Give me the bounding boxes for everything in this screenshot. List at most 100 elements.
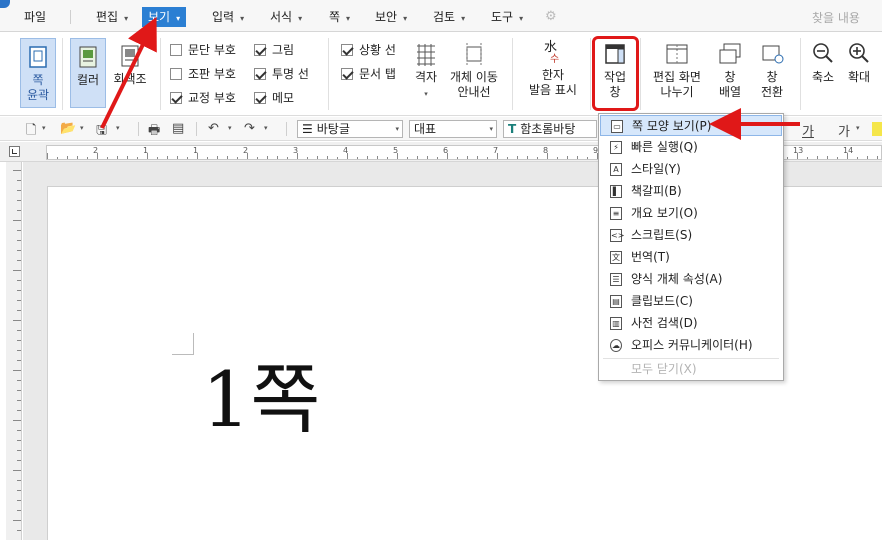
menu-edit[interactable]: 편집 ▾: [92, 8, 132, 26]
find-input[interactable]: 찾을 내용: [812, 9, 860, 26]
menu-page[interactable]: 쪽 ▾: [325, 8, 354, 26]
menu-file[interactable]: 파일: [20, 8, 50, 26]
ruler-number: 14: [843, 146, 854, 155]
ruler-tick: [417, 156, 418, 159]
paragraph-mark-checkbox[interactable]: 문단 부호: [170, 41, 236, 59]
picture-checkbox[interactable]: 그림: [254, 41, 294, 59]
color-view-button[interactable]: 컬러: [70, 38, 106, 108]
document-text[interactable]: 1쪽: [202, 355, 320, 445]
proof-mark-checkbox[interactable]: 교정 부호: [170, 89, 236, 107]
ruler-tick: [17, 400, 21, 401]
menu-tools[interactable]: 도구 ▾: [487, 8, 527, 26]
layout-mark-checkbox[interactable]: 조판 부호: [170, 65, 236, 83]
window-switch-button[interactable]: 창 전환: [752, 42, 792, 108]
ruler-tick: [477, 156, 478, 159]
open-folder-icon[interactable]: 📂: [60, 121, 76, 136]
style-select[interactable]: ☰ 바탕글 ▾: [297, 120, 403, 138]
zoom-in-button[interactable]: 확대: [842, 42, 876, 92]
undo-icon[interactable]: ↶: [208, 121, 219, 136]
new-document-icon[interactable]: 🗋: [26, 121, 36, 143]
menu-item-style[interactable]: A 스타일(Y): [600, 159, 782, 180]
menu-separator: [70, 10, 71, 24]
tab-type-icon[interactable]: [9, 146, 20, 157]
toolbar-separator: [286, 122, 287, 136]
ruler-tick: [17, 340, 21, 341]
zoom-out-button[interactable]: 축소: [806, 42, 840, 92]
menu-item-page-view[interactable]: ▭ 쪽 모양 보기(P): [600, 115, 782, 136]
hanja-pronunciation-button[interactable]: 水 수 한자 발음 표시: [522, 40, 584, 108]
grayscale-icon: [121, 45, 139, 67]
ribbon-separator: [590, 38, 591, 110]
ruler-tick: [857, 157, 858, 159]
menu-item-quick-run[interactable]: ⚡ 빠른 실행(Q): [600, 137, 782, 158]
menu-item-clipboard[interactable]: ▤ 클립보드(C): [600, 291, 782, 312]
ruler-tick: [13, 220, 21, 221]
checkbox-box: [170, 44, 182, 56]
ribbon-separator: [328, 38, 329, 110]
app-corner-logo: [0, 0, 10, 8]
menu-item-office-communicator[interactable]: ☁ 오피스 커뮤니케이터(H): [600, 335, 782, 356]
lightning-icon: ⚡: [610, 141, 622, 154]
menu-item-script[interactable]: <> 스크립트(S): [600, 225, 782, 246]
ruler-number: 1: [193, 146, 199, 155]
ruler-number: 13: [793, 146, 804, 155]
redo-icon[interactable]: ↷: [244, 121, 255, 136]
ruler-tick: [17, 280, 21, 281]
ruler-tick: [317, 156, 318, 159]
ruler-tick: [827, 156, 828, 159]
dropdown-arrow-icon[interactable]: ▾: [856, 124, 860, 132]
menu-security[interactable]: 보안 ▾: [371, 8, 411, 26]
menu-item-outline[interactable]: ≡ 개요 보기(O): [600, 203, 782, 224]
grayscale-button[interactable]: 회색조: [110, 38, 150, 108]
quick-settings-icon[interactable]: ⚙: [545, 9, 557, 24]
menu-item-bookmark[interactable]: ▌ 책갈피(B): [600, 181, 782, 202]
ruler-tick: [817, 156, 818, 159]
language-select[interactable]: 대표 ▾: [409, 120, 497, 138]
ruler-tick: [487, 157, 488, 159]
menu-item-dictionary-search[interactable]: ▥ 사전 검색(D): [600, 313, 782, 334]
menu-format[interactable]: 서식 ▾: [266, 8, 306, 26]
ruler-tick: [107, 157, 108, 159]
window-arrange-button[interactable]: 창 배열: [710, 42, 750, 108]
form-object-icon: ☰: [610, 273, 622, 286]
grid-button[interactable]: 격자 ▾: [408, 42, 444, 108]
dropdown-arrow-icon[interactable]: ▾: [264, 124, 268, 132]
print-icon[interactable]: 🖶: [148, 121, 160, 143]
ruler-tick: [17, 450, 21, 451]
dropdown-arrow-icon[interactable]: ▾: [42, 124, 46, 132]
font-select[interactable]: T 함초롬바탕: [503, 120, 597, 138]
highlight-color-icon[interactable]: [872, 122, 882, 136]
split-view-button[interactable]: 편집 화면 나누기: [648, 42, 706, 108]
document-tab-checkbox[interactable]: 문서 탭: [341, 65, 396, 83]
ruler-tick: [13, 470, 21, 471]
page-outline-button[interactable]: 쪽 윤곽: [20, 38, 56, 108]
menu-item-form-object-properties[interactable]: ☰ 양식 개체 속성(A): [600, 269, 782, 290]
save-icon[interactable]: 🖫: [96, 121, 107, 143]
ruler-tick: [77, 156, 78, 159]
object-move-guide-button[interactable]: 개체 이동 안내선: [446, 42, 502, 108]
ruler-tick: [217, 156, 218, 159]
menu-view[interactable]: 보기 ▾: [142, 7, 187, 27]
split-view-icon: [666, 44, 688, 64]
menu-item-close-all[interactable]: 모두 닫기(X): [600, 359, 782, 380]
ruler-tick: [17, 390, 21, 391]
menu-review[interactable]: 검토 ▾: [429, 8, 469, 26]
vertical-ruler[interactable]: [6, 162, 22, 540]
dropdown-arrow-icon[interactable]: ▾: [228, 124, 232, 132]
menu-insert[interactable]: 입력 ▾: [208, 8, 248, 26]
ruler-tick: [117, 156, 118, 159]
menu-item-translate[interactable]: 文 번역(T): [600, 247, 782, 268]
ruler-tick: [867, 156, 868, 159]
font-color-button[interactable]: 가: [802, 121, 814, 140]
ruler-number: 8: [543, 146, 549, 155]
dropdown-arrow-icon[interactable]: ▾: [116, 124, 120, 132]
ruler-tick: [13, 370, 21, 371]
zoom-out-icon: [813, 43, 833, 63]
char-shape-button[interactable]: 가: [838, 121, 850, 140]
dropdown-arrow-icon[interactable]: ▾: [80, 124, 84, 132]
transparent-line-checkbox[interactable]: 투명 선: [254, 65, 309, 83]
print-preview-icon[interactable]: ▤: [172, 121, 184, 136]
status-line-checkbox[interactable]: 상황 선: [341, 41, 396, 59]
memo-checkbox[interactable]: 메모: [254, 89, 294, 107]
ruler-tick: [17, 260, 21, 261]
